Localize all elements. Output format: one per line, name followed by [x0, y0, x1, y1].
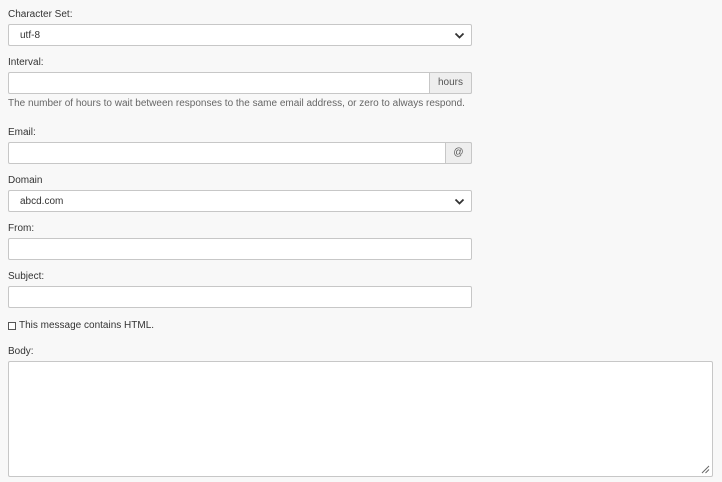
subject-input[interactable] — [8, 286, 472, 308]
html-checkbox[interactable] — [8, 321, 16, 330]
charset-select[interactable]: utf-8 — [8, 24, 472, 46]
subject-label: Subject: — [8, 271, 45, 282]
domain-selected-value: abcd.com — [20, 196, 64, 207]
interval-input[interactable]: hours — [8, 72, 472, 94]
html-checkbox-label: This message contains HTML. — [19, 320, 155, 331]
hours-addon: hours — [429, 72, 472, 94]
at-addon: @ — [445, 142, 472, 164]
email-input[interactable]: @ — [8, 142, 472, 164]
chevron-down-icon — [454, 198, 465, 205]
from-label: From: — [8, 223, 35, 234]
interval-label: Interval: — [8, 57, 44, 68]
domain-label: Domain — [8, 175, 43, 186]
charset-selected-value: utf-8 — [20, 30, 41, 41]
domain-select[interactable]: abcd.com — [8, 190, 472, 212]
chevron-down-icon — [454, 32, 465, 39]
interval-help-text: The number of hours to wait between resp… — [8, 98, 465, 109]
email-label: Email: — [8, 127, 36, 138]
body-label: Body: — [8, 346, 34, 357]
charset-label: Character Set: — [8, 9, 73, 20]
body-textarea[interactable] — [8, 361, 713, 477]
from-input[interactable] — [8, 238, 472, 260]
resize-grip-icon[interactable] — [701, 465, 710, 474]
html-checkbox-row[interactable]: This message contains HTML. — [8, 320, 154, 331]
